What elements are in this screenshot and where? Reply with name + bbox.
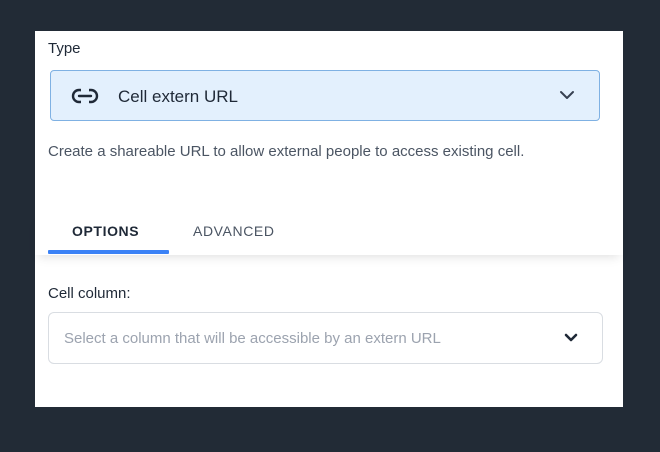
type-label: Type	[48, 40, 81, 57]
chevron-down-icon	[560, 91, 574, 99]
active-tab-indicator	[48, 250, 169, 254]
type-description: Create a shareable URL to allow external…	[48, 143, 525, 160]
tab-options[interactable]: OPTIONS	[72, 223, 139, 239]
type-dropdown[interactable]: Cell extern URL	[50, 70, 600, 121]
link-icon	[71, 88, 99, 104]
tab-advanced[interactable]: ADVANCED	[193, 223, 275, 239]
field-settings-panel: Type Cell extern URL Create a shareable …	[35, 31, 623, 407]
tab-bar: OPTIONS ADVANCED	[35, 213, 623, 255]
chevron-down-icon	[564, 333, 578, 342]
type-dropdown-value: Cell extern URL	[118, 87, 238, 106]
cell-column-label: Cell column:	[48, 285, 131, 302]
cell-column-placeholder: Select a column that will be accessible …	[64, 330, 441, 347]
cell-column-dropdown[interactable]: Select a column that will be accessible …	[48, 312, 603, 364]
